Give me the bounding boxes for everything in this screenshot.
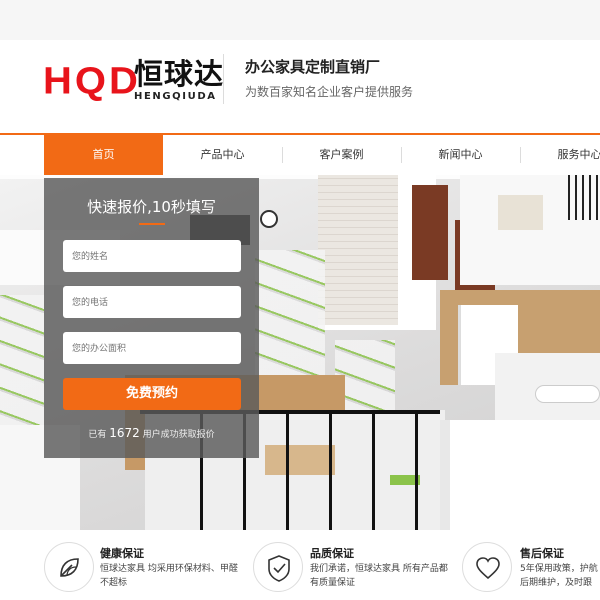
name-input[interactable]: [63, 240, 241, 272]
form-title-underline: [139, 223, 165, 225]
nav-item-cases[interactable]: 客户案例: [282, 135, 401, 175]
logo-chinese-name[interactable]: 恒球达: [134, 57, 224, 91]
nav-item-news[interactable]: 新闻中心: [401, 135, 520, 175]
shield-check-icon: [253, 542, 303, 592]
clock-icon: [260, 210, 278, 228]
heart-icon: [462, 542, 512, 592]
glass-partition: [568, 175, 600, 220]
leaf-icon: [44, 542, 94, 592]
top-strip: [0, 0, 600, 40]
form-title: 快速报价,10秒填写: [87, 198, 216, 216]
nav-item-products[interactable]: 产品中心: [163, 135, 282, 175]
free-booking-button[interactable]: 免费预约: [63, 378, 241, 410]
logo-divider: [223, 54, 224, 104]
logo-mark[interactable]: HQD: [43, 59, 141, 103]
slogan: 办公家具定制直销厂: [245, 58, 381, 76]
desk-cluster: [0, 295, 44, 425]
feature-strip: 健康保证 恒球达家具 均采用环保材料、甲醛不超标 品质保证 我们承诺，恒球达家具…: [0, 530, 600, 600]
feature-title-health: 健康保证: [100, 547, 144, 560]
nav-item-service[interactable]: 服务中心: [520, 135, 600, 175]
feature-desc-aftersales: 5年保用政策，护航后期维护，及时跟进。: [520, 564, 598, 588]
phone-input[interactable]: [63, 286, 241, 318]
desk-cluster: [255, 250, 325, 390]
brick-wall: [318, 175, 398, 325]
feature-desc-quality: 我们承诺，恒球达家具 所有产品都有质量保证: [310, 564, 448, 588]
logo-english-name: HENGQIUDA: [134, 91, 217, 102]
feature-desc-health: 恒球达家具 均采用环保材料、甲醛不超标: [100, 564, 238, 588]
booking-count-note: 已有 1672 用户成功获取报价: [88, 426, 215, 440]
nav-item-home[interactable]: 首页: [44, 135, 163, 175]
wood-door: [412, 185, 448, 280]
main-nav: 首页 产品中心 客户案例 新闻中心 服务中心: [0, 133, 600, 175]
feature-title-quality: 品质保证: [310, 547, 354, 560]
booking-count: 1672: [109, 426, 140, 440]
area-input[interactable]: [63, 332, 241, 364]
subslogan: 为数百家知名企业客户提供服务: [245, 85, 414, 99]
quote-form: 快速报价,10秒填写 免费预约 已有 1672 用户成功获取报价: [44, 178, 259, 458]
feature-title-aftersales: 售后保证: [520, 547, 564, 560]
reception-desk: [535, 385, 600, 403]
